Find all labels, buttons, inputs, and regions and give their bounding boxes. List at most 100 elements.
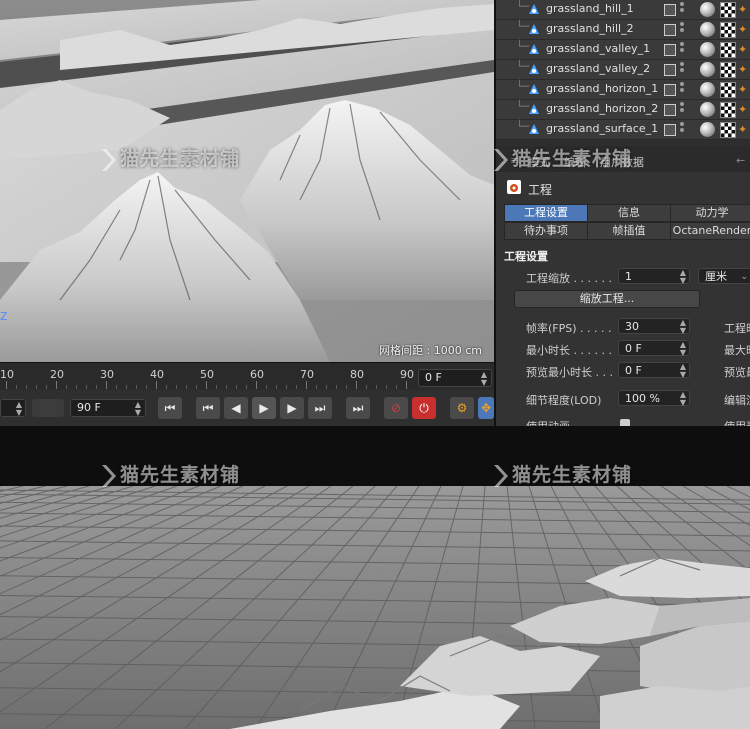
minor-tick-mark (236, 385, 237, 389)
material-sphere-icon[interactable] (700, 102, 715, 117)
viewport-bottom[interactable] (0, 486, 750, 729)
fps-label: 帧率(FPS) . . . . . (526, 322, 612, 335)
start-frame-field[interactable]: ▲ ▼ (0, 399, 26, 417)
checker-texture-icon[interactable] (720, 62, 736, 78)
watermark-logo-icon (494, 148, 508, 171)
tag-icon[interactable]: ✦ (738, 3, 750, 16)
material-sphere-icon[interactable] (700, 122, 715, 137)
next-key-button[interactable]: ⏭ (308, 397, 332, 419)
viewport-top[interactable]: Z 网格间距 : 1000 cm (0, 0, 494, 362)
timeline-ruler[interactable]: 10 20 30 40 50 60 70 80 90 0 F ▲ ▼ (0, 362, 494, 391)
tab-info[interactable]: 信息 (587, 204, 671, 222)
chevron-down-icon[interactable]: ⌄ (740, 273, 748, 282)
object-row[interactable]: └─ grassland_horizon_1 ✦ (496, 80, 750, 100)
object-name[interactable]: grassland_hill_2 (546, 22, 634, 35)
minor-tick-mark (336, 385, 337, 389)
prev-frame-button[interactable]: ◀ (224, 397, 248, 419)
object-name[interactable]: grassland_horizon_1 (546, 82, 658, 95)
material-sphere-icon[interactable] (700, 62, 715, 77)
tab-interpolation[interactable]: 帧插值 (587, 222, 671, 240)
visibility-dots-icon[interactable] (680, 102, 684, 116)
record-disabled-icon[interactable]: ⊘ (384, 397, 408, 419)
layer-checkbox[interactable] (664, 124, 676, 136)
layer-checkbox[interactable] (664, 64, 676, 76)
preview-min-field[interactable]: 0 F ▲ ▼ (618, 362, 690, 379)
lod-field[interactable]: 100 % ▲ ▼ (618, 390, 690, 407)
checker-texture-icon[interactable] (720, 2, 736, 18)
object-row[interactable]: └─ grassland_horizon_2 ✦ (496, 100, 750, 120)
object-name[interactable]: grassland_valley_2 (546, 62, 650, 75)
tag-icon[interactable]: ✦ (738, 103, 750, 116)
tab-todo[interactable]: 待办事项 (504, 222, 588, 240)
layer-checkbox[interactable] (664, 4, 676, 16)
object-name[interactable]: grassland_hill_1 (546, 2, 634, 15)
project-scale-field[interactable]: 1 ▲ ▼ (618, 268, 690, 285)
object-row[interactable]: └─ grassland_surface_1 ✦ (496, 120, 750, 140)
material-sphere-icon[interactable] (700, 2, 715, 17)
visibility-dots-icon[interactable] (680, 122, 684, 136)
visibility-dots-icon[interactable] (680, 2, 684, 16)
spinner-icon[interactable]: ▲ ▼ (680, 269, 686, 285)
use-anim-checkbox[interactable] (620, 419, 630, 426)
material-sphere-icon[interactable] (700, 42, 715, 57)
tab-dynamics[interactable]: 动力学 (670, 204, 750, 222)
checker-texture-icon[interactable] (720, 42, 736, 58)
checker-texture-icon[interactable] (720, 82, 736, 98)
layer-checkbox[interactable] (664, 84, 676, 96)
attribute-manager[interactable]: ≡ 模式 编辑 用户数据 ← 工程 工程设置 信息 动力学 待办事项 帧插值 O… (494, 146, 750, 426)
object-row[interactable]: └─ grassland_valley_2 ✦ (496, 60, 750, 80)
visibility-dots-icon[interactable] (680, 42, 684, 56)
object-manager[interactable]: └─ grassland_hill_1 ✦ └─ grassland_hill_2 ✦ └─… (494, 0, 750, 146)
object-row[interactable]: └─ grassland_hill_1 ✦ (496, 0, 750, 20)
minor-tick-mark (46, 385, 47, 389)
grid-floor-render (0, 486, 750, 729)
range-slider[interactable] (32, 399, 64, 417)
material-sphere-icon[interactable] (700, 82, 715, 97)
tab-octanerender[interactable]: OctaneRender (670, 222, 750, 240)
play-button[interactable]: ▶ (252, 397, 276, 419)
visibility-dots-icon[interactable] (680, 62, 684, 76)
back-arrow-icon[interactable]: ← (736, 154, 745, 167)
checker-texture-icon[interactable] (720, 22, 736, 38)
tick-label: 40 (150, 368, 164, 381)
object-row[interactable]: └─ grassland_hill_2 ✦ (496, 20, 750, 40)
next-frame-button[interactable]: ▶ (280, 397, 304, 419)
object-name[interactable]: grassland_valley_1 (546, 42, 650, 55)
object-row[interactable]: └─ grassland_valley_1 ✦ (496, 40, 750, 60)
fps-field[interactable]: 30 ▲ ▼ (618, 318, 690, 335)
object-name[interactable]: grassland_horizon_2 (546, 102, 658, 115)
checker-texture-icon[interactable] (720, 122, 736, 138)
go-start-button[interactable]: ⏮ (158, 397, 182, 419)
spinner-icon[interactable]: ▲ ▼ (680, 363, 686, 379)
material-sphere-icon[interactable] (700, 22, 715, 37)
end-frame-field[interactable]: 90 F ▲ ▼ (70, 399, 146, 417)
motion-icon[interactable]: ✥ (478, 397, 494, 419)
visibility-dots-icon[interactable] (680, 82, 684, 96)
minor-tick-mark (376, 385, 377, 389)
current-frame-field[interactable]: 0 F ▲ ▼ (418, 369, 492, 387)
unit-select[interactable]: 厘米 ⌄ (698, 268, 750, 284)
prev-key-button[interactable]: ⏮ (196, 397, 220, 419)
go-end-button[interactable]: ⏭ (346, 397, 370, 419)
autokey-icon[interactable]: ⏻ (412, 397, 436, 419)
visibility-dots-icon[interactable] (680, 22, 684, 36)
scale-project-button[interactable]: 缩放工程... (514, 290, 700, 308)
min-time-field[interactable]: 0 F ▲ ▼ (618, 340, 690, 357)
tag-icon[interactable]: ✦ (738, 123, 750, 136)
tag-icon[interactable]: ✦ (738, 83, 750, 96)
tab-project-settings[interactable]: 工程设置 (504, 204, 588, 222)
tag-icon[interactable]: ✦ (738, 43, 750, 56)
tag-icon[interactable]: ✦ (738, 63, 750, 76)
tag-icon[interactable]: ✦ (738, 23, 750, 36)
checker-texture-icon[interactable] (720, 102, 736, 118)
spinner-icon[interactable]: ▲ ▼ (481, 371, 487, 387)
spinner-icon[interactable]: ▲ ▼ (680, 391, 686, 407)
layer-checkbox[interactable] (664, 44, 676, 56)
spinner-icon[interactable]: ▲ ▼ (680, 341, 686, 357)
layer-checkbox[interactable] (664, 24, 676, 36)
right-label-4: 编辑渲 (724, 394, 750, 407)
keyframe-settings-icon[interactable]: ⚙ (450, 397, 474, 419)
object-name[interactable]: grassland_surface_1 (546, 122, 658, 135)
layer-checkbox[interactable] (664, 104, 676, 116)
spinner-icon[interactable]: ▲ ▼ (680, 319, 686, 335)
